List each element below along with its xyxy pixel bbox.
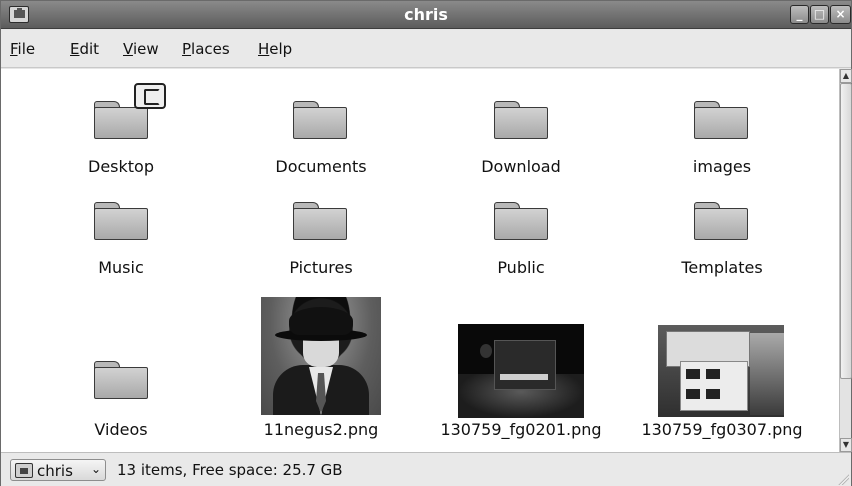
menu-view-label: iew — [132, 40, 159, 58]
image-thumbnail — [458, 324, 584, 418]
scrollbar-thumb[interactable] — [840, 83, 852, 379]
folder-images[interactable]: images — [637, 69, 807, 184]
window-title: chris — [404, 5, 448, 24]
item-label: Videos — [94, 420, 148, 439]
item-label: Documents — [275, 157, 367, 176]
scroll-down-arrow-icon[interactable]: ▼ — [840, 438, 852, 452]
file-manager-window: chris _ □ × File Edit View Places Help D… — [0, 0, 852, 486]
menu-edit-label: dit — [79, 40, 100, 58]
menu-file-label: ile — [17, 40, 36, 58]
folder-templates[interactable]: Templates — [637, 189, 807, 284]
item-label: images — [692, 157, 752, 176]
item-label: Public — [497, 258, 545, 277]
menu-help[interactable]: Help — [258, 40, 292, 58]
item-label: 130759_fg0201.png — [440, 420, 602, 439]
scroll-up-arrow-icon[interactable]: ▲ — [840, 69, 852, 83]
menu-view[interactable]: View — [123, 40, 159, 58]
icon-view[interactable]: Desktop Documents Download images Music … — [1, 69, 839, 452]
status-bar: chris ⌄ 13 items, Free space: 25.7 GB — [1, 452, 851, 486]
folder-icon — [694, 101, 748, 139]
folder-icon — [694, 202, 748, 240]
folder-videos[interactable]: Videos — [36, 291, 206, 451]
folder-download[interactable]: Download — [436, 69, 606, 184]
title-bar[interactable]: chris _ □ × — [1, 1, 851, 29]
location-label: chris — [37, 462, 73, 480]
note-emblem-icon — [134, 83, 166, 109]
chevron-down-icon: ⌄ — [91, 462, 102, 476]
file-130759-fg0201[interactable]: 130759_fg0201.png — [436, 291, 606, 451]
menu-file-accel: F — [10, 40, 18, 58]
item-label: Download — [481, 157, 561, 176]
folder-documents[interactable]: Documents — [236, 69, 406, 184]
status-summary: 13 items, Free space: 25.7 GB — [117, 461, 343, 479]
folder-pictures[interactable]: Pictures — [236, 189, 406, 284]
folder-icon — [94, 202, 148, 240]
resize-grip[interactable] — [837, 473, 849, 485]
folder-icon — [494, 101, 548, 139]
menu-help-accel: H — [258, 40, 270, 58]
image-thumbnail — [261, 297, 381, 415]
folder-desktop[interactable]: Desktop — [36, 69, 206, 184]
menu-places-label: laces — [191, 40, 230, 58]
menu-file[interactable]: File — [10, 40, 35, 58]
close-button[interactable]: × — [830, 5, 851, 24]
folder-icon — [293, 202, 347, 240]
folder-music[interactable]: Music — [36, 189, 206, 284]
menu-help-label: elp — [269, 40, 293, 58]
item-label: Music — [98, 258, 144, 277]
menu-places[interactable]: Places — [182, 40, 230, 58]
menu-bar: File Edit View Places Help — [1, 30, 851, 68]
folder-icon — [494, 202, 548, 240]
item-label: 130759_fg0307.png — [641, 420, 803, 439]
item-label: Templates — [681, 258, 763, 277]
file-11negus2[interactable]: 11negus2.png — [236, 291, 406, 451]
folder-public[interactable]: Public — [436, 189, 606, 284]
item-label: Desktop — [88, 157, 154, 176]
vertical-scrollbar[interactable]: ▲ ▼ — [839, 69, 852, 452]
minimize-button[interactable]: _ — [790, 5, 809, 24]
file-130759-fg0307[interactable]: 130759_fg0307.png — [637, 291, 807, 451]
item-label: 11negus2.png — [263, 420, 379, 439]
menu-view-accel: V — [123, 40, 133, 58]
image-thumbnail — [658, 325, 784, 417]
item-label: Pictures — [289, 258, 353, 277]
location-dropdown[interactable]: chris ⌄ — [10, 459, 106, 481]
maximize-button[interactable]: □ — [810, 5, 829, 24]
menu-edit[interactable]: Edit — [70, 40, 99, 58]
folder-icon — [94, 361, 148, 399]
menu-places-accel: P — [182, 40, 192, 58]
folder-icon — [293, 101, 347, 139]
home-folder-icon — [15, 463, 33, 478]
